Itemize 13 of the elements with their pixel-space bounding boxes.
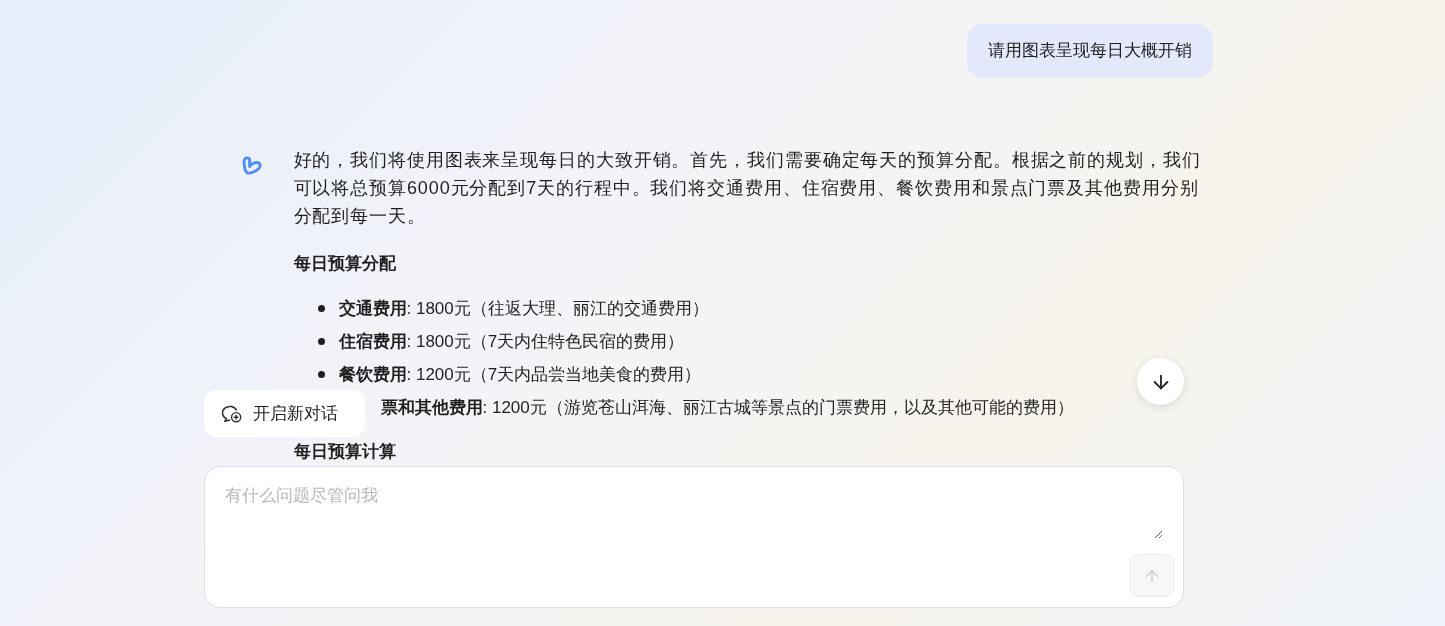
budget-item: 票和其他费用: 1200元（游览苍山洱海、丽江古城等景点的门票费用，以及其他可能的费用） (380, 396, 1074, 419)
user-message: 请用图表呈现每日大概开销 (966, 24, 1213, 78)
new-chat-button[interactable]: 开启新对话 (204, 390, 365, 437)
budget-item: 餐饮费用: 1200元（7天内品尝当地美食的费用） (338, 363, 702, 386)
assistant-logo-icon (240, 154, 264, 177)
message-input[interactable]: 有什么问题尽管问我 (204, 466, 1184, 608)
section-heading: 每日预算分配 (293, 253, 397, 275)
message-input-field[interactable]: 有什么问题尽管问我 (225, 483, 1163, 539)
budget-item: 住宿费用: 1800元（7天内住特色民宿的费用） (338, 330, 685, 353)
budget-item: 交通费用: 1800元（往返大理、丽江的交通费用） (338, 297, 709, 320)
scroll-down-button[interactable] (1137, 358, 1184, 405)
section-heading: 每日预算计算 (293, 442, 397, 462)
assistant-paragraph: 好的，我们将使用图表来呈现每日的大致开销。首先，我们需要确定每天的预算分配。根据之前的规划，我们可以将总预算6000元分配到7天的行程中。我们将交通费用、住宿费用、餐饮费用和景点门票及其他费用分别分配到每一天。 (293, 149, 1202, 228)
